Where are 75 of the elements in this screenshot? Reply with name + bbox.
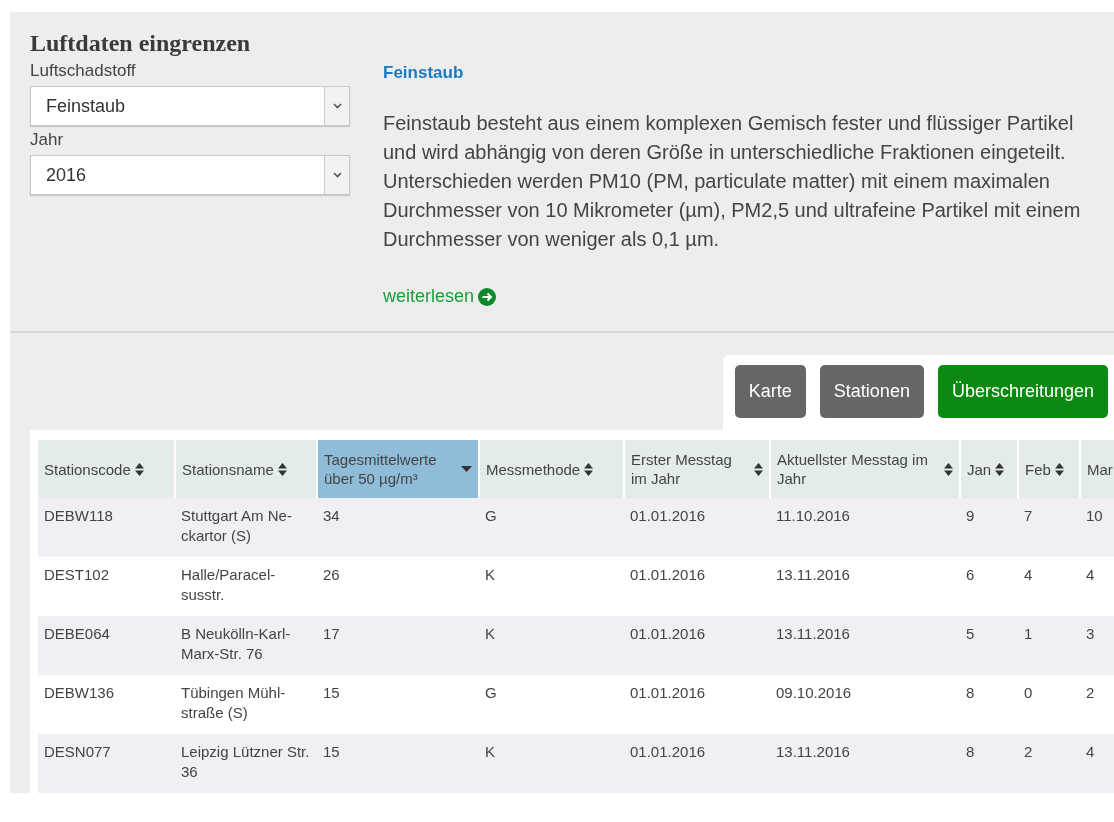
table-cell: 01.01.2016 (624, 498, 770, 557)
table-cell: 4 (1080, 557, 1114, 616)
table-cell: 2 (1080, 675, 1114, 734)
table-cell: Stuttgart Am Ne-ckartor (S) (175, 498, 317, 557)
sort-icon[interactable] (995, 462, 1005, 476)
sort-icon[interactable] (1054, 462, 1064, 476)
table-cell: Tübingen Mühl-straße (S) (175, 675, 317, 734)
table-cell: 11.10.2016 (770, 498, 960, 557)
chevron-down-icon (332, 172, 342, 178)
table-cell: 5 (960, 616, 1018, 675)
table-cell: 34 (317, 498, 479, 557)
table-cell: 2 (1018, 734, 1080, 793)
table-cell: G (479, 675, 624, 734)
table-cell: K (479, 734, 624, 793)
field-label: Jahr (30, 130, 65, 150)
table-cell: 8 (960, 675, 1018, 734)
table-cell: DEBW118 (38, 498, 175, 557)
column-header[interactable]: Aktuellster Messtag im Jahr (770, 440, 960, 498)
table-cell: 15 (317, 675, 479, 734)
column-header[interactable]: Stationscode (38, 440, 175, 498)
table-cell: 01.01.2016 (624, 557, 770, 616)
table-cell: 10 (1080, 498, 1114, 557)
panel-title: Luftdaten eingrenzen (30, 30, 252, 57)
info-heading: Feinstaub (383, 63, 465, 83)
select-field[interactable]: Feinstaub (30, 86, 350, 126)
table-cell: K (479, 616, 624, 675)
table-cell: 6 (960, 557, 1018, 616)
table-cell: 01.01.2016 (624, 675, 770, 734)
field-label: Luftschadstoff (30, 61, 137, 81)
column-header[interactable]: Feb (1018, 440, 1080, 498)
table-cell: DESN077 (38, 734, 175, 793)
column-header[interactable]: Mar (1080, 440, 1114, 498)
table-cell: 1 (1018, 616, 1080, 675)
table-cell: 15 (317, 734, 479, 793)
table-cell: 13.11.2016 (770, 616, 960, 675)
view-button[interactable]: Karte (734, 365, 806, 418)
table-cell: 7 (1018, 498, 1080, 557)
view-button[interactable]: Überschreitungen (937, 365, 1108, 418)
chevron-down-icon (332, 103, 342, 109)
table-cell: B Neukölln-Karl-Marx-Str. 76 (175, 616, 317, 675)
sort-icon[interactable] (944, 462, 953, 476)
table-cell: 13.11.2016 (770, 557, 960, 616)
table-cell: Leipzig Lützner Str. 36 (175, 734, 317, 793)
table-cell: 0 (1018, 675, 1080, 734)
view-button[interactable]: Stationen (819, 365, 924, 418)
table-cell: 26 (317, 557, 479, 616)
table-cell: 09.10.2016 (770, 675, 960, 734)
table-cell: 3 (1080, 616, 1114, 675)
table-cell: DEBW136 (38, 675, 175, 734)
sort-icon[interactable] (754, 462, 763, 476)
table-cell: DEBE064 (38, 616, 175, 675)
arrow-right-circle-icon (478, 287, 497, 306)
info-text: Feinstaub besteht aus einem komplexen Gemisch fester und flüssiger Partikel und wird abhängig von deren Größe in unterschiedliche Fraktionen eingeteilt. Unterschieden werden PM10 (PM, particulate matter) mit einem maximalen Durchmesser von 10 Mikrometer (µm), PM2,5 und ultrafeine Partikel mit einem Durchmesser von weniger als 0,1 µm. (383, 111, 1082, 252)
table-cell: 01.01.2016 (624, 734, 770, 793)
table-cell: 4 (1080, 734, 1114, 793)
column-header[interactable]: Messmethode (479, 440, 624, 498)
table-cell: 13.11.2016 (770, 734, 960, 793)
table-cell: Halle/Paracel-susstr. (175, 557, 317, 616)
sort-icon[interactable] (277, 462, 287, 476)
column-header[interactable]: Stationsname (175, 440, 317, 498)
select-field[interactable]: 2016 (30, 155, 350, 195)
table-cell: G (479, 498, 624, 557)
table-cell: 01.01.2016 (624, 616, 770, 675)
table-cell: 17 (317, 616, 479, 675)
table-cell: 9 (960, 498, 1018, 557)
column-header[interactable]: Tagesmittelwerte über 50 µg/m³ (317, 440, 479, 498)
sort-icon[interactable] (584, 462, 594, 476)
sort-icon[interactable] (134, 462, 144, 476)
table-cell: DEST102 (38, 557, 175, 616)
column-header[interactable]: Erster Messtag im Jahr (624, 440, 770, 498)
caret-down-icon[interactable] (461, 466, 472, 472)
table-cell: 4 (1018, 557, 1080, 616)
table-cell: K (479, 557, 624, 616)
table-cell: 8 (960, 734, 1018, 793)
column-header[interactable]: Jan (960, 440, 1018, 498)
